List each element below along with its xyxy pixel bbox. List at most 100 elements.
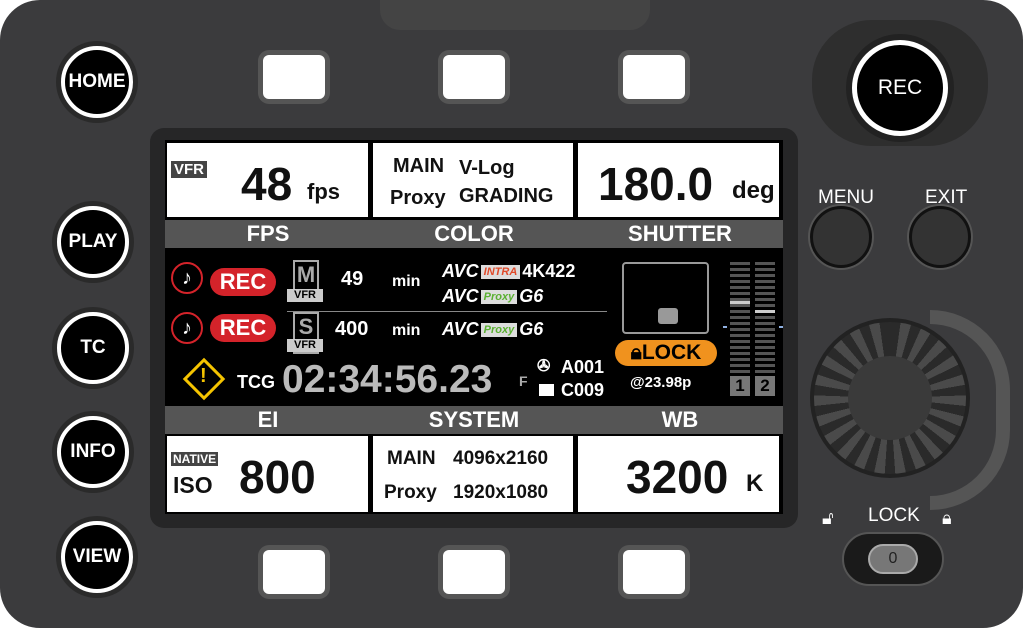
- warning-exclamation-icon: !: [200, 365, 207, 387]
- slot1-proxy-codec: AVC Proxy G6: [442, 286, 543, 307]
- system-proxy-label: Proxy: [384, 482, 437, 503]
- system-box[interactable]: MAIN 4096x2160 Proxy 1920x1080: [373, 436, 573, 512]
- meter-peak-ch2: [755, 310, 775, 313]
- color-main-label: MAIN: [393, 155, 445, 177]
- codec-format: G6: [519, 286, 544, 306]
- tc-button[interactable]: TC: [57, 312, 129, 384]
- color-proxy-label: Proxy: [390, 187, 446, 209]
- lock-label: LOCK: [868, 505, 920, 526]
- color-box[interactable]: MAIN V-Log Proxy GRADING: [373, 143, 573, 217]
- native-badge: NATIVE: [171, 452, 219, 466]
- fps-label: FPS: [246, 221, 290, 246]
- audio-meter-ch1: [730, 262, 750, 384]
- slot2-proxy-codec: AVC Proxy G6: [442, 319, 543, 340]
- color-label: COLOR: [434, 221, 514, 246]
- info-label: INFO: [70, 441, 116, 462]
- wb-label: WB: [661, 407, 699, 432]
- menu-button[interactable]: [810, 206, 872, 268]
- vfr-badge: VFR: [171, 161, 207, 178]
- codec-avc: AVC: [442, 286, 479, 306]
- slot1-unit: min: [392, 273, 421, 290]
- codec-tag-proxy: Proxy: [480, 289, 518, 304]
- play-label: PLAY: [68, 231, 118, 252]
- recorder-icon: [658, 308, 678, 324]
- soft-key-top-3[interactable]: [623, 55, 685, 99]
- wb-unit: K: [746, 470, 764, 497]
- lock-icon: 🔒︎: [942, 508, 952, 528]
- slot2-unit: min: [392, 322, 421, 339]
- channel-2-label: 2: [755, 376, 775, 396]
- lock-switch-knob[interactable]: 0: [868, 544, 918, 574]
- unlock-icon: 🔓︎: [822, 508, 834, 528]
- ei-unit: ISO: [173, 472, 213, 498]
- tc-mode: TCG: [237, 372, 275, 392]
- frame-flag: F: [519, 373, 528, 389]
- shutter-value: 180.0: [598, 158, 714, 210]
- system-label: SYSTEM: [428, 407, 520, 432]
- audio-meter-ch2: [755, 262, 775, 384]
- system-proxy-value: 1920x1080: [453, 482, 549, 503]
- slot2-remaining: 400: [335, 318, 369, 340]
- ei-value: 800: [239, 451, 316, 503]
- lock-switch[interactable]: 0: [842, 532, 944, 586]
- slot2-vfr: VFR: [287, 339, 323, 352]
- channel-1-label: 1: [730, 376, 750, 396]
- slot1-vfr: VFR: [287, 289, 323, 302]
- meter-peak-ch1: [730, 301, 750, 304]
- fps-unit: fps: [307, 179, 340, 204]
- audio-muted-icon: ♪: [171, 262, 203, 294]
- clapper-icon: [539, 384, 554, 396]
- view-button[interactable]: VIEW: [61, 521, 133, 593]
- genlock-label: LOCK: [641, 341, 702, 364]
- slot2-rec-badge: REC: [210, 314, 276, 342]
- slot1-remaining: 49: [341, 268, 364, 290]
- system-main-label: MAIN: [387, 448, 436, 469]
- codec-tag-intra: INTRA: [480, 264, 521, 279]
- genlock-lock-badge: 🔒︎LOCK: [615, 340, 717, 366]
- codec-avc: AVC: [442, 261, 479, 281]
- fps-box[interactable]: VFR 48 fps: [167, 143, 368, 217]
- slot-divider: [287, 311, 607, 312]
- wb-value: 3200: [626, 451, 729, 503]
- tc-label: TC: [80, 337, 106, 358]
- view-label: VIEW: [72, 546, 122, 567]
- soft-key-bottom-2[interactable]: [443, 550, 505, 594]
- codec-avc: AVC: [442, 319, 479, 339]
- status-screen: VFR 48 fps MAIN V-Log Proxy GRADING 180.…: [165, 140, 783, 514]
- bottom-label-bar: EI SYSTEM WB: [165, 406, 783, 434]
- panel-top-bump: [380, 0, 650, 30]
- audio-muted-icon: ♪: [171, 312, 203, 344]
- ei-box[interactable]: NATIVE ISO 800: [167, 436, 368, 512]
- exit-button[interactable]: [909, 206, 971, 268]
- genlock-rate: @23.98p: [630, 374, 692, 391]
- clip-number: C009: [561, 380, 605, 400]
- meter-reference-marks: [723, 326, 783, 328]
- soft-key-bottom-3[interactable]: [623, 550, 685, 594]
- codec-tag-proxy: Proxy: [480, 322, 518, 337]
- codec-format: 4K422: [522, 261, 576, 281]
- color-proxy-value: GRADING: [459, 185, 554, 207]
- play-button[interactable]: PLAY: [57, 206, 129, 278]
- rec-label: REC: [877, 76, 923, 99]
- soft-key-top-1[interactable]: [263, 55, 325, 99]
- wb-box[interactable]: 3200 K: [578, 436, 779, 512]
- timecode-value: 02:34:56.23: [282, 358, 493, 401]
- fps-value: 48: [241, 158, 293, 210]
- lock-icon: 🔒︎: [630, 341, 642, 364]
- home-label: HOME: [68, 71, 126, 92]
- soft-key-top-2[interactable]: [443, 55, 505, 99]
- jog-dial-center: [848, 356, 932, 440]
- shutter-box[interactable]: 180.0 deg: [578, 143, 779, 217]
- home-button[interactable]: HOME: [61, 46, 133, 118]
- info-button[interactable]: INFO: [57, 416, 129, 488]
- jog-dial[interactable]: [810, 318, 970, 478]
- shutter-label: SHUTTER: [628, 221, 732, 246]
- reel-number: A001: [561, 357, 605, 377]
- system-main-value: 4096x2160: [453, 448, 549, 469]
- rec-button[interactable]: REC: [852, 40, 948, 136]
- soft-key-bottom-1[interactable]: [263, 550, 325, 594]
- slot1-rec-badge: REC: [210, 268, 276, 296]
- color-main-value: V-Log: [459, 157, 515, 179]
- top-label-bar: FPS COLOR SHUTTER: [165, 220, 783, 248]
- reel-icon: ✇: [537, 358, 551, 375]
